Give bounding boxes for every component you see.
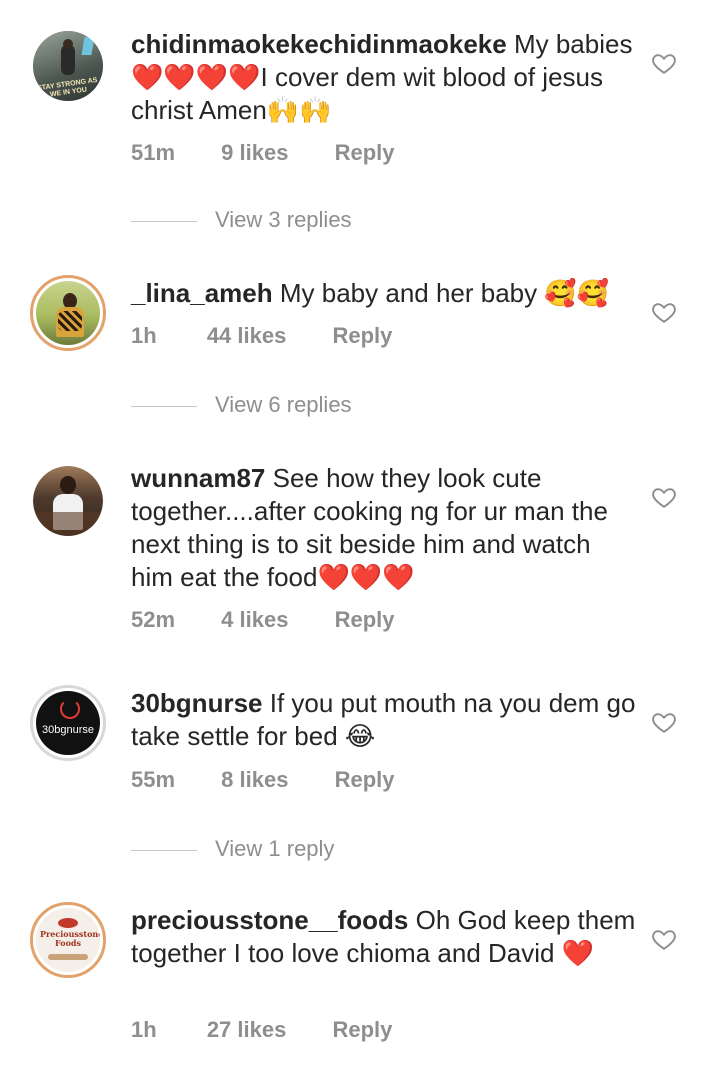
view-replies-label[interactable]: View 1 reply bbox=[215, 836, 334, 861]
comment-username[interactable]: preciousstone__foods bbox=[131, 905, 408, 935]
avatar-caption: Preciousstone Foods bbox=[40, 929, 100, 948]
comment-username[interactable]: wunnam87 bbox=[131, 463, 265, 493]
replies-divider bbox=[131, 849, 197, 851]
view-replies-link[interactable]: View 6 replies bbox=[131, 392, 352, 418]
view-replies-link[interactable]: View 1 reply bbox=[131, 836, 334, 862]
comment-time: 52m bbox=[131, 607, 176, 632]
reply-button[interactable]: Reply bbox=[335, 607, 395, 633]
replies-divider bbox=[131, 405, 197, 407]
view-replies-label[interactable]: View 3 replies bbox=[215, 207, 352, 232]
comment-text: My baby and her baby 🥰🥰 bbox=[279, 278, 610, 308]
comment-username[interactable]: chidinmaokekechidinmaokeke bbox=[131, 29, 507, 59]
comment-username[interactable]: 30bgnurse bbox=[131, 688, 263, 718]
replies-divider bbox=[131, 220, 197, 222]
comment-likes[interactable]: 4 likes bbox=[221, 607, 288, 633]
comment-likes[interactable]: 9 likes bbox=[221, 140, 288, 166]
view-replies-label[interactable]: View 6 replies bbox=[215, 392, 352, 417]
avatar-caption: 30bgnurse bbox=[42, 724, 94, 736]
comment-likes[interactable]: 8 likes bbox=[221, 767, 288, 793]
comment-time: 51m bbox=[131, 140, 176, 165]
comment-username[interactable]: _lina_ameh bbox=[131, 278, 273, 308]
avatar[interactable]: Preciousstone Foods bbox=[30, 902, 106, 978]
reply-button[interactable]: Reply bbox=[335, 140, 395, 166]
view-replies-link[interactable]: View 3 replies bbox=[131, 207, 352, 233]
avatar[interactable]: STAY STRONG AS WE IN YOU bbox=[33, 31, 103, 101]
avatar[interactable] bbox=[30, 275, 106, 351]
reply-button[interactable]: Reply bbox=[335, 767, 395, 793]
comment-likes[interactable]: 27 likes bbox=[207, 1017, 287, 1043]
comment-time: 1h bbox=[131, 1017, 157, 1042]
avatar-caption: STAY STRONG AS WE IN YOU bbox=[36, 76, 98, 99]
heart-outline-icon[interactable] bbox=[651, 50, 677, 76]
comment-likes[interactable]: 44 likes bbox=[207, 323, 287, 349]
heart-outline-icon[interactable] bbox=[651, 709, 677, 735]
comment-time: 55m bbox=[131, 767, 176, 792]
reply-button[interactable]: Reply bbox=[332, 323, 392, 349]
reply-button[interactable]: Reply bbox=[332, 1017, 392, 1043]
heart-outline-icon[interactable] bbox=[651, 299, 677, 325]
heart-outline-icon[interactable] bbox=[651, 484, 677, 510]
heart-outline-icon[interactable] bbox=[651, 926, 677, 952]
comment-time: 1h bbox=[131, 323, 157, 348]
avatar[interactable]: 30bgnurse bbox=[30, 685, 106, 761]
avatar[interactable] bbox=[33, 466, 103, 536]
